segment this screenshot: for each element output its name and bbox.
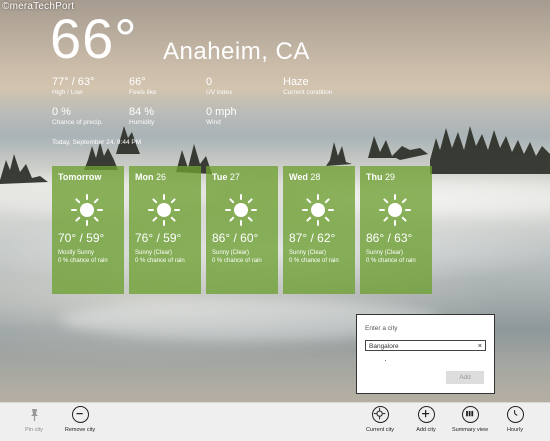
add-button[interactable]: Add (446, 371, 484, 384)
flyout-title: Enter a city (365, 325, 398, 332)
pin-icon (26, 406, 43, 423)
city-search-input[interactable]: Bangalore × (365, 340, 486, 351)
forecast-condition: Sunny (Clear) (289, 250, 327, 256)
stat-value: 66° (129, 76, 146, 88)
forecast-day-name: Tue (212, 172, 228, 182)
forecast-condition: Sunny (Clear) (135, 250, 173, 256)
add-city-flyout: Enter a city Bangalore × Add (356, 314, 495, 394)
city-input-value: Bangalore (369, 343, 399, 350)
forecast-day-name: Mon (135, 172, 154, 182)
forecast-tile-mon[interactable]: Mon 26 76° / 59° Sunny (Clear) 0 % chanc… (129, 166, 201, 294)
forecast-temps: 87° / 62° (289, 231, 336, 245)
forecast-day: Wed 28 (289, 172, 320, 182)
sun-icon (379, 194, 411, 226)
sun-icon (71, 194, 103, 226)
forecast-rain-chance: 0 % chance of rain (58, 258, 108, 264)
stat-value: 77° / 63° (52, 76, 95, 88)
forecast-day-name: Thu (366, 172, 383, 182)
stat-label: Current condition (283, 89, 333, 96)
stat-wind: 0 mph Wind (206, 106, 237, 126)
forecast-tile-wed[interactable]: Wed 28 87° / 62° Sunny (Clear) 0 % chanc… (283, 166, 355, 294)
forecast-temps: 86° / 60° (212, 231, 259, 245)
forecast-day-name: Wed (289, 172, 308, 182)
forecast-condition: Sunny (Clear) (212, 250, 250, 256)
stat-uv-index: 0 UV index (206, 76, 232, 96)
forecast-temps: 86° / 63° (366, 231, 413, 245)
forecast-tile-tue[interactable]: Tue 27 86° / 60° Sunny (Clear) 0 % chanc… (206, 166, 278, 294)
hourly-label: Hourly (507, 427, 523, 433)
stat-value: 0 (206, 76, 213, 88)
forecast-tile-tomorrow[interactable]: Tomorrow 70° / 59° Mostly Sunny 0 % chan… (52, 166, 124, 294)
stat-label: Humidity (129, 119, 155, 126)
forecast-tile-thu[interactable]: Thu 29 86° / 63° Sunny (Clear) 0 % chanc… (360, 166, 432, 294)
forecast-day: Tue 27 (212, 172, 240, 182)
forecast-day-date: 26 (156, 172, 167, 182)
forecast-rain-chance: 0 % chance of rain (289, 258, 339, 264)
stat-label: Wind (206, 119, 221, 126)
current-date: Today, September 24, 9:44 PM (52, 139, 142, 146)
app-bar: Pin city Remove city Current city Add ci… (0, 402, 550, 441)
forecast-day: Mon 26 (135, 172, 166, 182)
stat-label: Chance of precip. (52, 119, 103, 126)
sun-icon (225, 194, 257, 226)
target-icon (371, 406, 389, 423)
stat-value: 0 % (52, 106, 71, 118)
stat-high-low: 77° / 63° High / Low (52, 76, 94, 96)
current-temperature: 66° (50, 7, 138, 70)
forecast-temps: 76° / 59° (135, 231, 182, 245)
forecast-day: Thu 29 (366, 172, 395, 182)
stat-label: Feels like (129, 89, 157, 96)
forecast-rain-chance: 0 % chance of rain (135, 258, 185, 264)
clock-icon (506, 406, 524, 423)
stat-precip: 0 % Chance of precip. (52, 106, 103, 126)
sun-icon (148, 194, 180, 226)
forecast-condition: Mostly Sunny (58, 250, 95, 256)
forecast-day-date: 28 (310, 172, 321, 182)
forecast-day-name: Tomorrow (58, 172, 102, 182)
forecast-temps: 70° / 59° (58, 231, 105, 245)
remove-icon (71, 406, 89, 423)
add-icon (417, 406, 435, 423)
clear-icon[interactable]: × (478, 341, 482, 352)
forecast-rain-chance: 0 % chance of rain (366, 258, 416, 264)
forecast-day: Tomorrow (58, 172, 101, 182)
stat-label: UV index (206, 89, 233, 96)
forecast-rain-chance: 0 % chance of rain (212, 258, 262, 264)
stat-value: 84 % (129, 106, 155, 118)
stat-feels-like: 66° Feels like (129, 76, 156, 96)
city-name: Anaheim, CA (163, 38, 310, 65)
stat-current-condition: Haze Current condition (283, 76, 333, 96)
summary-view-icon (461, 406, 479, 423)
forecast-day-date: 27 (229, 172, 240, 182)
sun-icon (302, 194, 334, 226)
stat-label: High / Low (52, 89, 83, 96)
stat-value: Haze (283, 76, 309, 88)
stat-humidity: 84 % Humidity (129, 106, 154, 126)
forecast-condition: Sunny (Clear) (366, 250, 404, 256)
hourly-button[interactable]: Hourly (485, 406, 545, 433)
remove-city-label: Remove city (64, 427, 96, 433)
forecast-day-date: 29 (385, 172, 396, 182)
remove-city-button[interactable]: Remove city (50, 406, 110, 433)
stat-value: 0 mph (206, 106, 237, 118)
loading-dot (385, 360, 386, 361)
